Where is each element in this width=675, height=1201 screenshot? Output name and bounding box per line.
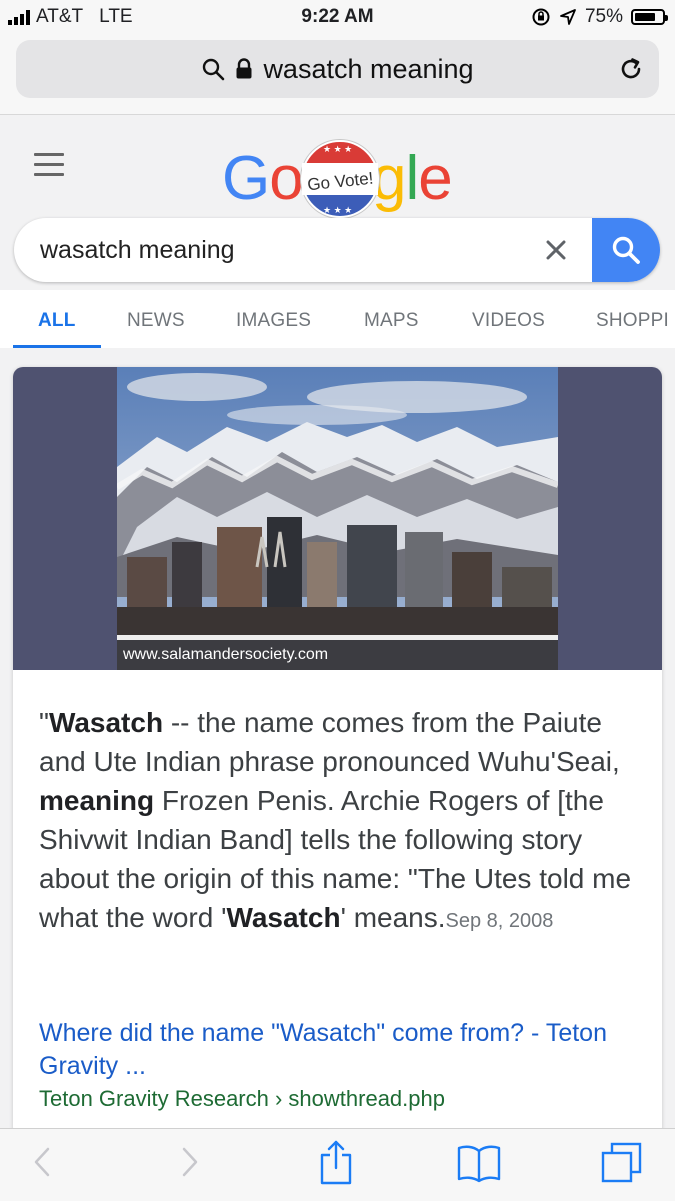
hamburger-menu-icon[interactable] [34,153,64,183]
result-image-area[interactable]: www.salamandersociety.com [13,367,662,670]
address-text: wasatch meaning [263,53,474,84]
svg-text:★ ★ ★: ★ ★ ★ [323,144,352,154]
mountain-city-photo[interactable] [117,367,558,670]
snippet-bold: Wasatch [226,902,341,933]
tab-news[interactable]: NEWS [127,310,185,332]
battery-fill [635,13,655,21]
status-bar: AT&T LTE 9:22 AM 75% [0,0,675,34]
google-search-box[interactable]: wasatch meaning [14,218,660,282]
active-tab-indicator [13,345,101,348]
snippet-date: Sep 8, 2008 [445,910,554,932]
google-doodle-logo[interactable]: Go gle ★ ★ ★ ★ ★ ★ Go Vote! [222,127,457,227]
image-source-label[interactable]: www.salamandersociety.com [123,646,328,664]
location-arrow-icon [560,9,576,25]
featured-snippet-card: www.salamandersociety.com "Wasatch -- th… [13,367,662,1137]
snippet-bold: meaning [39,785,155,816]
safari-toolbar [0,1128,675,1201]
tabs-icon[interactable] [600,1141,644,1185]
battery-icon [631,9,668,25]
back-icon[interactable] [30,1145,54,1179]
snippet-text: "Wasatch -- the name comes from the Paiu… [39,703,639,941]
search-icon [612,236,640,264]
status-right: 75% [531,6,668,28]
snippet-part: " [39,707,49,738]
snippet-bold: Wasatch [48,707,164,738]
svg-text:Go: Go [222,144,303,213]
search-query-text[interactable]: wasatch meaning [40,236,235,265]
result-cite[interactable]: Teton Gravity Research › showthread.php [39,1086,445,1112]
svg-text:★ ★ ★: ★ ★ ★ [323,205,352,215]
lock-icon [236,58,252,79]
share-icon[interactable] [318,1139,354,1185]
result-title-link[interactable]: Where did the name "Wasatch" come from? … [39,1017,639,1083]
rotation-lock-icon [532,8,550,26]
address-content: wasatch meaning [16,40,659,98]
tab-all[interactable]: ALL [38,310,76,332]
browser-top-bar: wasatch meaning [0,34,675,115]
reload-icon[interactable] [617,55,645,83]
battery-percent: 75% [584,6,623,27]
tab-maps[interactable]: MAPS [364,310,419,332]
search-button[interactable] [592,218,660,282]
vote-badge: ★ ★ ★ ★ ★ ★ Go Vote! [300,139,380,219]
svg-text:gle: gle [372,144,452,213]
tab-images[interactable]: IMAGES [236,310,311,332]
clear-icon[interactable] [544,238,568,262]
doodle-svg: Go gle ★ ★ ★ ★ ★ ★ Go Vote! [222,139,453,219]
snippet-part: ' means. [340,902,446,933]
search-icon [203,58,225,81]
photo-svg [117,367,558,670]
address-bar[interactable]: wasatch meaning [16,40,659,98]
forward-icon[interactable] [178,1145,202,1179]
search-tabs: ALL NEWS IMAGES MAPS VIDEOS SHOPPI [0,290,675,348]
tab-shopping[interactable]: SHOPPI [596,310,669,332]
tab-videos[interactable]: VIDEOS [472,310,545,332]
bookmarks-icon[interactable] [456,1143,502,1183]
